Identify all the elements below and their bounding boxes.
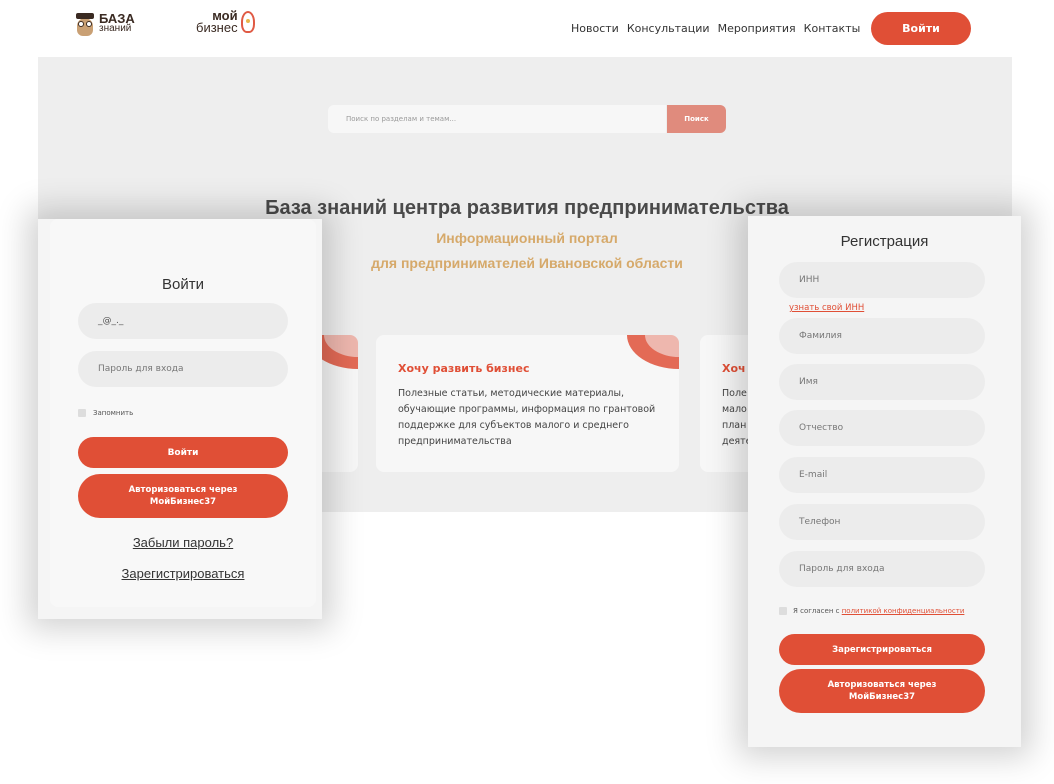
login-field[interactable]: _@_._ <box>78 303 288 339</box>
reg-oauth-moybiznes-button[interactable]: Авторизоваться через МойБизнес37 <box>779 669 985 713</box>
header-login-button[interactable]: Войти <box>871 12 971 45</box>
find-inn-link[interactable]: узнать свой ИНН <box>789 303 864 313</box>
inn-field[interactable]: ИНН <box>779 262 985 298</box>
patronymic-field[interactable]: Отчество <box>779 410 985 446</box>
remember-label: Запомнить <box>93 409 134 417</box>
register-link[interactable]: Зарегистрироваться <box>50 566 316 581</box>
topic-card-grow-business[interactable]: Хочу развить бизнес Полезные статьи, мет… <box>376 335 679 472</box>
oauth-label-line1: Авторизоваться через <box>128 485 238 495</box>
nav-news[interactable]: Новости <box>571 22 619 35</box>
card-title: Хочу развить бизнес <box>398 362 530 375</box>
password-field[interactable]: Пароль для входа <box>78 351 288 387</box>
search-button[interactable]: Поиск <box>667 105 726 133</box>
nav-consultations[interactable]: Консультации <box>627 22 710 35</box>
reg-password-field[interactable]: Пароль для входа <box>779 551 985 587</box>
registration-title: Регистрация <box>840 233 929 250</box>
rocket-icon <box>240 11 255 33</box>
consent-label: Я согласен с политикой конфиденциальност… <box>793 607 964 615</box>
oauth-label-line2: МойБизнес37 <box>848 692 916 702</box>
login-submit-button[interactable]: Войти <box>78 437 288 468</box>
name-field[interactable]: Имя <box>779 364 985 400</box>
oauth-moybiznes-button[interactable]: Авторизоваться через МойБизнес37 <box>78 474 288 518</box>
site-header: БАЗА знаний мой бизнес Новости Консульта… <box>0 0 1054 56</box>
main-nav: Новости Консультации Мероприятия Контакт… <box>571 22 860 35</box>
remember-checkbox[interactable] <box>78 409 86 417</box>
logo2-line2: бизнес <box>196 20 238 35</box>
email-field[interactable]: E-mail <box>779 457 985 493</box>
oauth-label-line2: МойБизнес37 <box>149 497 217 507</box>
login-title: Войти <box>162 276 204 293</box>
registration-modal: Регистрация ИНН узнать свой ИНН Фамилия … <box>748 216 1021 747</box>
moy-biznes-logo[interactable]: мой бизнес <box>196 9 255 35</box>
logo-subtitle: знаний <box>99 23 132 34</box>
owl-icon <box>76 12 94 36</box>
consent-prefix: Я согласен с <box>793 607 840 615</box>
register-submit-button[interactable]: Зарегистрироваться <box>779 634 985 665</box>
search-input[interactable]: Поиск по разделам и темам... <box>328 105 666 133</box>
phone-field[interactable]: Телефон <box>779 504 985 540</box>
card-corner-decoration <box>627 335 679 369</box>
consent-checkbox[interactable] <box>779 607 787 615</box>
oauth-label-line1: Авторизоваться через <box>827 680 937 690</box>
card-description: Полезные статьи, методические материалы,… <box>398 388 656 447</box>
baza-znaniy-logo[interactable]: БАЗА знаний <box>76 12 135 36</box>
login-modal: Войти _@_._ Пароль для входа Запомнить В… <box>38 219 322 619</box>
nav-events[interactable]: Мероприятия <box>718 22 796 35</box>
nav-contacts[interactable]: Контакты <box>804 22 861 35</box>
surname-field[interactable]: Фамилия <box>779 318 985 354</box>
card-title: Хоч <box>722 362 746 375</box>
forgot-password-link[interactable]: Забыли пароль? <box>50 535 316 550</box>
privacy-policy-link[interactable]: политикой конфиденциальности <box>842 607 965 615</box>
